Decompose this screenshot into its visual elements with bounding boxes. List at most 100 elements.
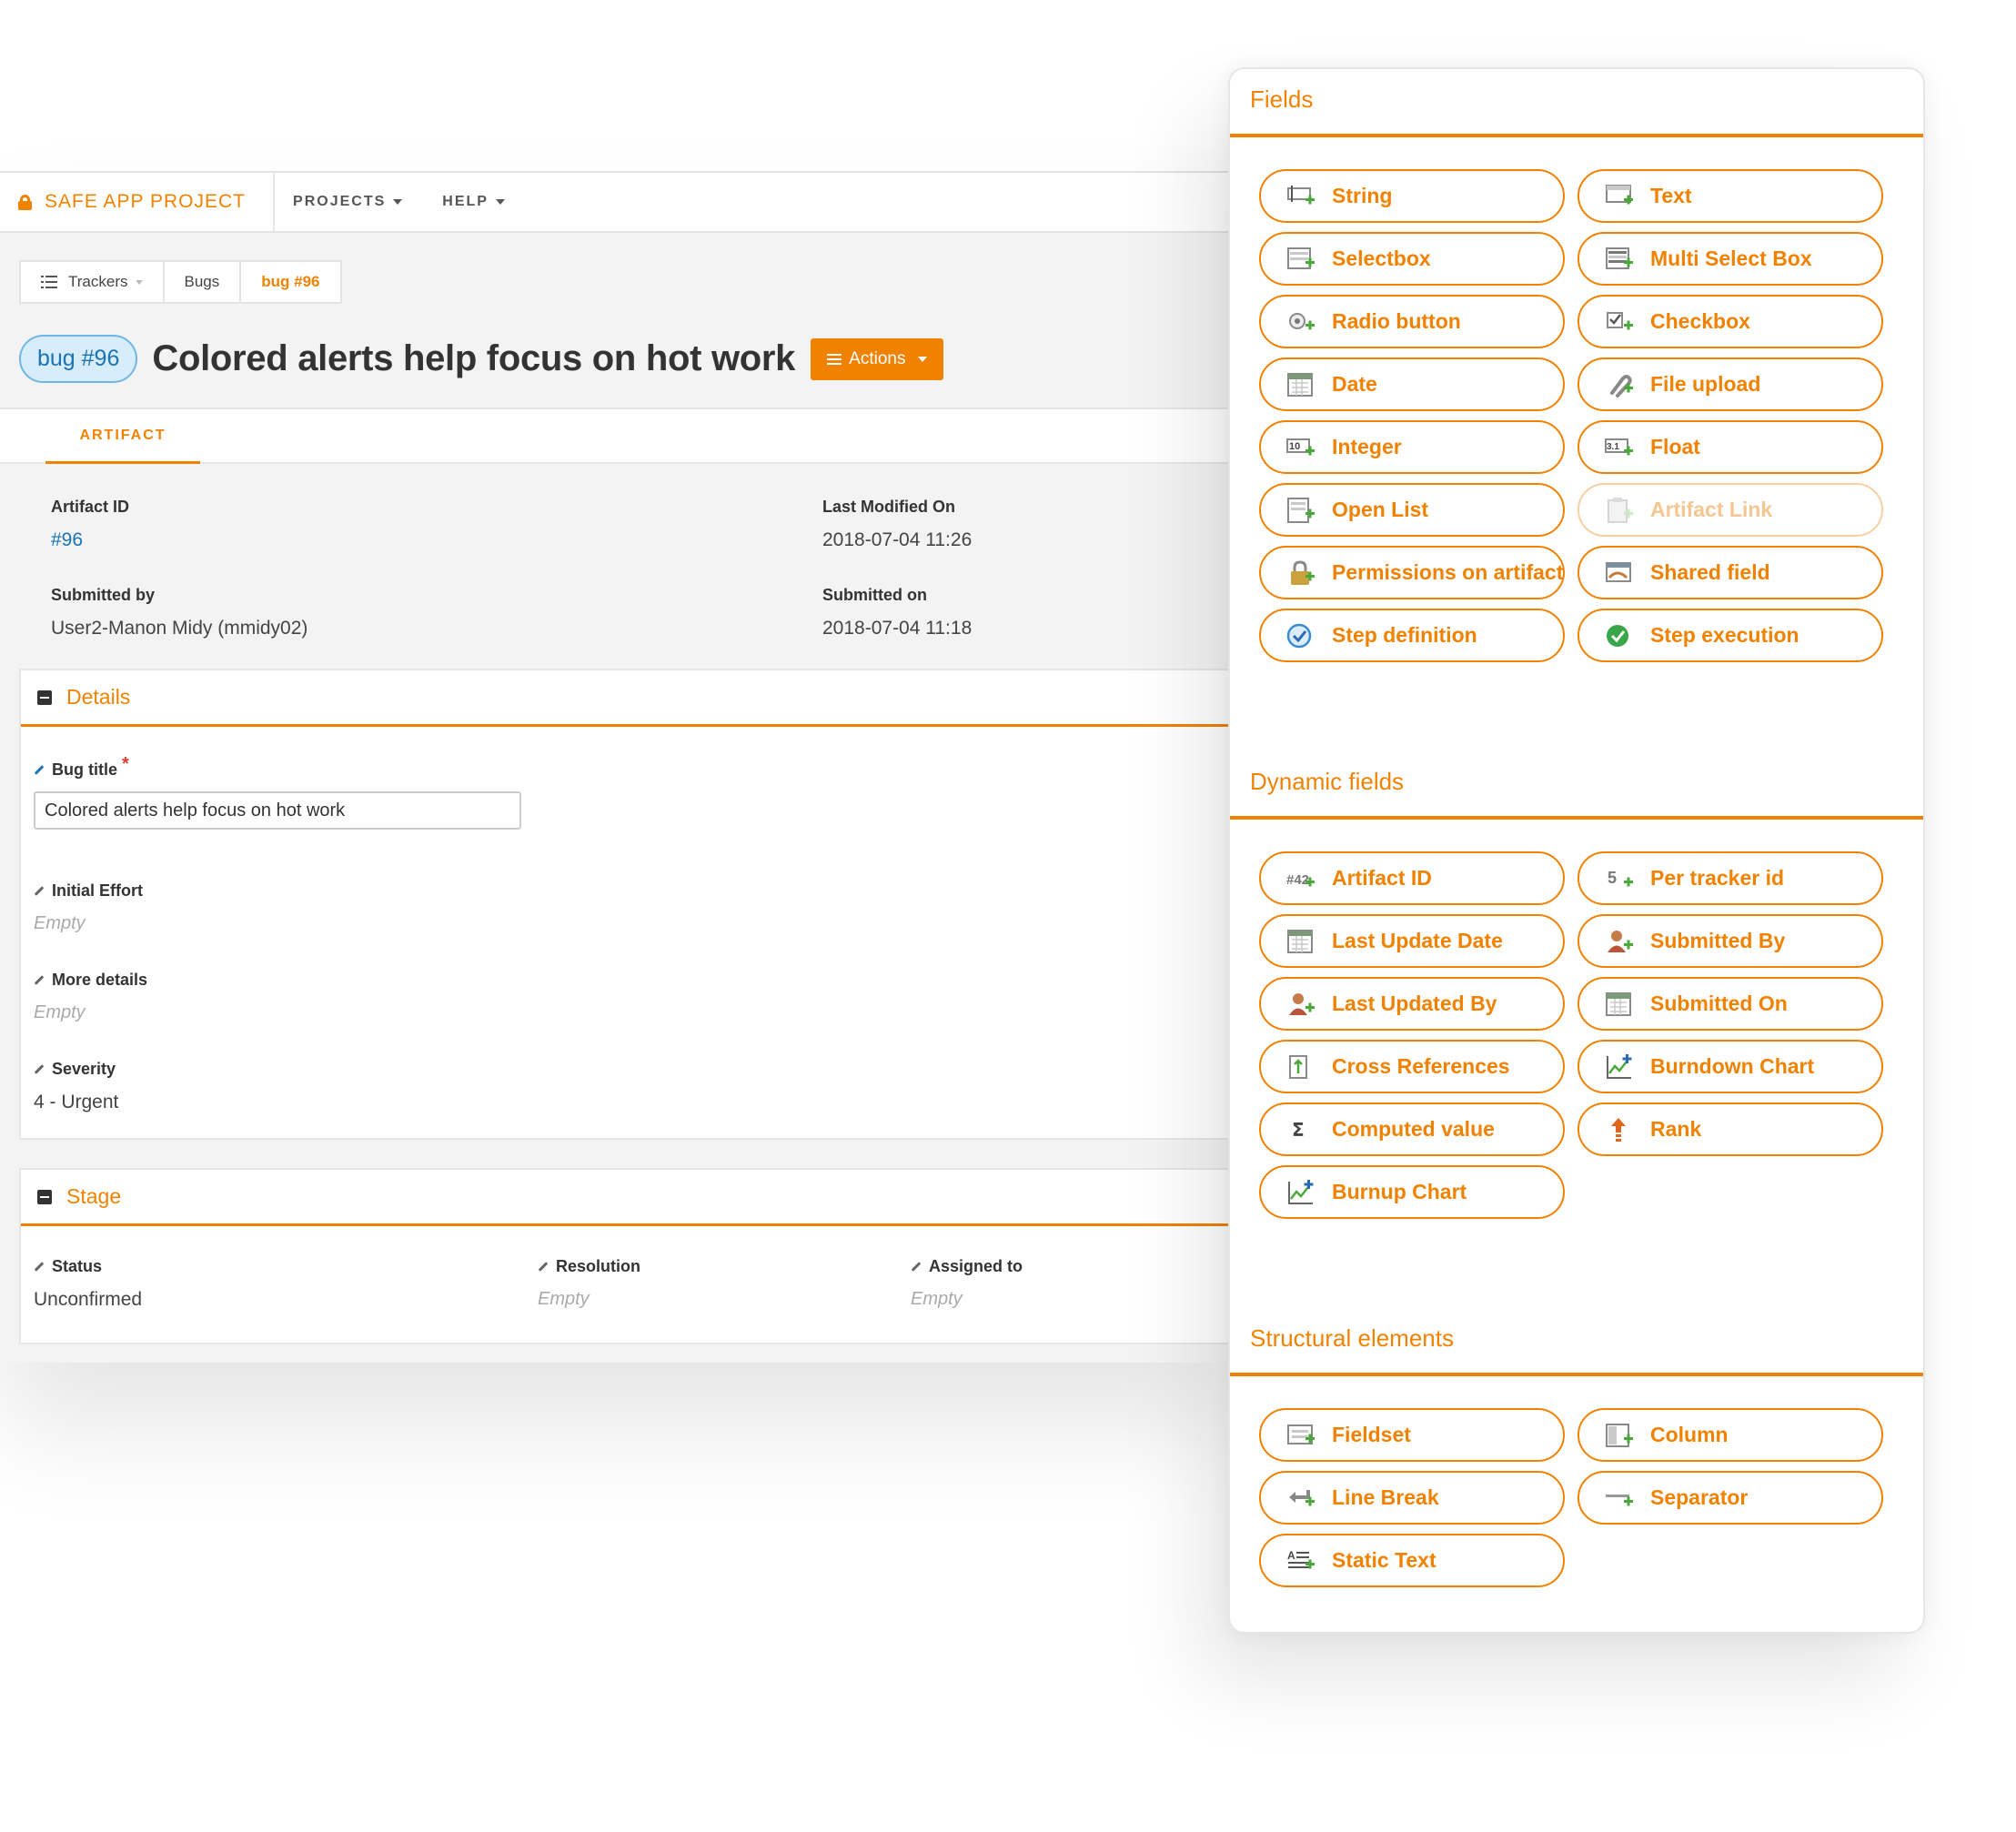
project-brand[interactable]: SAFE APP PROJECT	[0, 173, 276, 231]
palette-button-per-tracker-id[interactable]: 5 Per tracker id	[1578, 851, 1883, 905]
actions-label: Actions	[849, 348, 906, 368]
artifact-id-link[interactable]: #96	[51, 529, 129, 551]
resolution-value[interactable]: Empty	[538, 1289, 640, 1310]
help-menu-label: HELP	[442, 194, 489, 209]
initial-effort-label-row: Initial Effort	[34, 881, 143, 901]
palette-button-artifact-id[interactable]: #42 Artifact ID	[1259, 851, 1565, 905]
multi-select-icon	[1605, 246, 1634, 273]
palette-button-line-break[interactable]: Line Break	[1259, 1471, 1565, 1525]
palette-button-radio-button[interactable]: Radio button	[1259, 295, 1565, 348]
status-label: Status	[52, 1257, 103, 1275]
palette-button-last-update-date[interactable]: Last Update Date	[1259, 914, 1565, 968]
breadcrumb-bugs-label: Bugs	[184, 273, 220, 290]
submitted-on-value: 2018-07-04 11:18	[822, 618, 973, 639]
pencil-icon[interactable]	[34, 1262, 45, 1272]
rank-icon	[1605, 1116, 1634, 1143]
details-title: Details	[66, 685, 131, 709]
palette-button-selectbox[interactable]: Selectbox	[1259, 232, 1565, 286]
pencil-icon[interactable]	[911, 1262, 922, 1272]
palette-button-artifact-link: Artifact Link	[1578, 483, 1883, 537]
palette-button-last-updated-by[interactable]: Last Updated By	[1259, 977, 1565, 1031]
line-break-icon	[1286, 1485, 1315, 1512]
bug-title-input[interactable]	[34, 791, 521, 830]
palette-button-rank[interactable]: Rank	[1578, 1102, 1883, 1156]
palette-button-float[interactable]: 3.1 Float	[1578, 420, 1883, 474]
help-menu[interactable]: HELP	[442, 194, 505, 210]
initial-effort-value[interactable]: Empty	[34, 913, 143, 934]
more-details-value[interactable]: Empty	[34, 1002, 147, 1023]
palette-button-burnup-chart[interactable]: Burnup Chart	[1259, 1165, 1565, 1219]
palette-button-label: Step execution	[1650, 623, 1799, 647]
palette-button-permissions-on-artifact[interactable]: Permissions on artifact	[1259, 546, 1565, 599]
palette-button-burndown-chart[interactable]: Burndown Chart	[1578, 1040, 1883, 1093]
palette-button-cross-references[interactable]: Cross References	[1259, 1040, 1565, 1093]
palette-button-column[interactable]: Column	[1578, 1408, 1883, 1462]
palette-button-label: Checkbox	[1650, 309, 1750, 333]
palette-button-label: Last Updated By	[1332, 991, 1497, 1015]
open-list-icon	[1286, 497, 1315, 524]
palette-button-separator[interactable]: Separator	[1578, 1471, 1883, 1525]
palette-button-submitted-on[interactable]: Submitted On	[1578, 977, 1883, 1031]
resolution-field: Resolution Empty	[538, 1257, 640, 1310]
palette-button-label: Float	[1650, 435, 1700, 458]
per-tracker-id-icon: 5	[1605, 865, 1634, 892]
palette-button-label: Burnup Chart	[1332, 1180, 1467, 1203]
palette-button-integer[interactable]: 10 Integer	[1259, 420, 1565, 474]
stage-header[interactable]: Stage	[21, 1170, 1237, 1226]
palette-button-fieldset[interactable]: Fieldset	[1259, 1408, 1565, 1462]
list-icon	[41, 276, 57, 288]
actions-button[interactable]: Actions	[811, 337, 944, 380]
pencil-icon[interactable]	[538, 1262, 549, 1272]
assigned-to-label: Assigned to	[929, 1257, 1023, 1275]
chart-icon	[1286, 1179, 1315, 1206]
pencil-icon[interactable]	[34, 765, 45, 775]
pencil-icon[interactable]	[34, 975, 45, 985]
svg-text:A: A	[1287, 1549, 1295, 1562]
status-value[interactable]: Unconfirmed	[34, 1289, 142, 1311]
tab-artifact[interactable]: ARTIFACT	[45, 409, 200, 464]
breadcrumb-trackers[interactable]: Trackers	[21, 262, 163, 302]
details-section: Details Bug title * Initial Effort Empty…	[19, 669, 1237, 1140]
breadcrumb-bugs[interactable]: Bugs	[162, 262, 240, 302]
collapse-icon[interactable]	[37, 690, 52, 705]
last-modified-value: 2018-07-04 11:26	[822, 529, 973, 550]
string-field-icon	[1286, 183, 1315, 210]
palette-button-text[interactable]: Text	[1578, 169, 1883, 223]
assigned-to-value[interactable]: Empty	[911, 1289, 1023, 1310]
palette-button-string[interactable]: String	[1259, 169, 1565, 223]
severity-label-row: Severity	[34, 1060, 118, 1079]
structural-elements-section-header: Structural elements	[1230, 1308, 1923, 1376]
submitted-by-label: Submitted by	[51, 586, 156, 604]
svg-text:10: 10	[1289, 441, 1300, 452]
palette-button-checkbox[interactable]: Checkbox	[1578, 295, 1883, 348]
severity-value[interactable]: 4 - Urgent	[34, 1092, 118, 1113]
palette-button-label: Open List	[1332, 498, 1429, 521]
collapse-icon[interactable]	[37, 1189, 52, 1204]
palette-button-step-definition[interactable]: Step definition	[1259, 609, 1565, 662]
selectbox-icon	[1286, 246, 1315, 273]
breadcrumb-current[interactable]: bug #96	[239, 262, 339, 302]
palette-button-date[interactable]: Date	[1259, 357, 1565, 411]
palette-button-submitted-by[interactable]: Submitted By	[1578, 914, 1883, 968]
bug-title-field: Bug title *	[34, 754, 521, 830]
palette-button-static-text[interactable]: A Static Text	[1259, 1534, 1565, 1587]
initial-effort-label: Initial Effort	[52, 881, 143, 900]
palette-button-file-upload[interactable]: File upload	[1578, 357, 1883, 411]
projects-menu[interactable]: PROJECTS	[293, 194, 403, 210]
required-mark: *	[122, 754, 129, 774]
palette-button-shared-field[interactable]: Shared field	[1578, 546, 1883, 599]
chevron-down-icon	[918, 356, 928, 362]
resolution-label: Resolution	[556, 1257, 640, 1275]
details-header[interactable]: Details	[21, 670, 1237, 727]
palette-button-label: Radio button	[1332, 309, 1461, 333]
pencil-icon[interactable]	[34, 1064, 45, 1074]
calendar-icon	[1286, 928, 1315, 955]
palette-button-multi-select-box[interactable]: Multi Select Box	[1578, 232, 1883, 286]
more-details-label: More details	[52, 971, 148, 989]
palette-button-step-execution[interactable]: Step execution	[1578, 609, 1883, 662]
palette-button-label: Artifact ID	[1332, 866, 1432, 890]
palette-button-open-list[interactable]: Open List	[1259, 483, 1565, 537]
integer-icon: 10	[1286, 434, 1315, 461]
pencil-icon[interactable]	[34, 886, 45, 896]
palette-button-computed-value[interactable]: Σ Computed value	[1259, 1102, 1565, 1156]
